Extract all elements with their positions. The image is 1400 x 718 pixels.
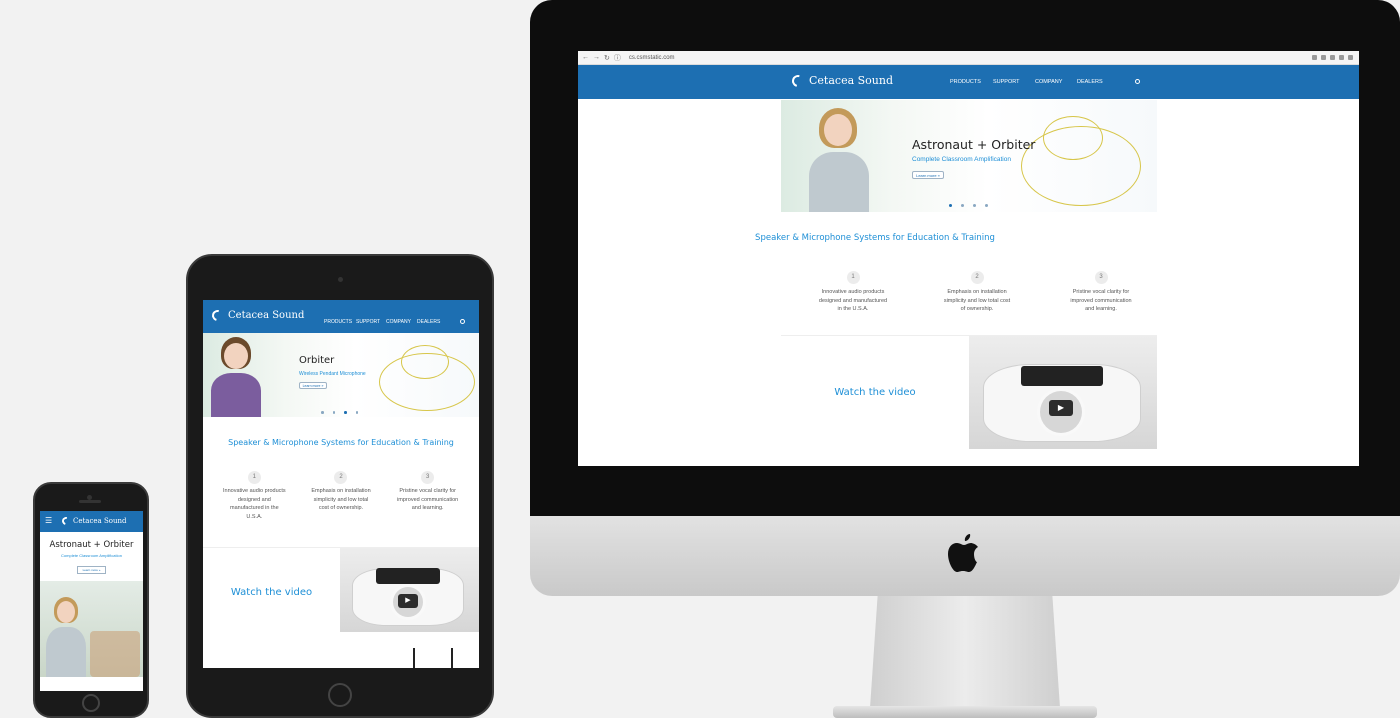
teacher-photo — [46, 597, 86, 677]
carousel-dots[interactable] — [321, 411, 358, 414]
feature-number: 2 — [334, 471, 348, 484]
feature-number: 3 — [421, 471, 435, 484]
hero-subtitle: Complete Classroom Amplification — [912, 156, 1011, 163]
play-icon[interactable]: ▶ — [398, 594, 418, 608]
iphone-speaker — [79, 500, 101, 503]
watch-video-link[interactable]: Watch the video — [203, 548, 340, 636]
search-icon[interactable] — [460, 319, 465, 324]
hero-title: Astronaut + Orbiter — [49, 540, 134, 550]
menu-icon[interactable]: ☰ — [45, 516, 52, 525]
feature-text: Innovative audio products designed and m… — [222, 488, 286, 520]
site-header: Cetacea Sound PRODUCTS SUPPORT COMPANY D… — [578, 65, 1359, 99]
nav-support[interactable]: SUPPORT — [356, 319, 380, 325]
presenter-photo — [209, 337, 263, 417]
video-section: Watch the video ▶ — [781, 336, 1157, 449]
watch-video-link[interactable]: Watch the video — [781, 336, 969, 449]
wave-logo-icon — [789, 72, 807, 89]
carousel-dots[interactable] — [949, 204, 988, 207]
hero-text-block: Astronaut + Orbiter Complete Classroom A… — [40, 532, 143, 576]
imac-foot — [833, 706, 1097, 718]
desktop-screen: ← → ↻ ⓘ cs.csmstatic.com Cetacea Sound P… — [578, 51, 1359, 466]
feature-item: 3 Pristine vocal clarity for improved co… — [388, 465, 468, 521]
learn-more-button[interactable]: Learn more » — [912, 171, 944, 179]
hero-subtitle: Wireless Pendant Microphone — [299, 371, 366, 377]
site-header: ☰ Cetacea Sound — [40, 511, 143, 532]
nav-products[interactable]: PRODUCTS — [324, 319, 352, 325]
video-thumbnail[interactable]: ▶ — [340, 548, 479, 632]
back-icon[interactable]: ← — [582, 54, 589, 61]
hero-banner: Astronaut + Orbiter Complete Classroom A… — [781, 100, 1157, 212]
features-row: 1 Innovative audio products designed and… — [791, 265, 1163, 314]
apple-logo-icon — [948, 534, 978, 572]
address-bar[interactable]: cs.csmstatic.com — [629, 55, 675, 61]
feature-text: Innovative audio products designed and m… — [818, 289, 888, 312]
video-thumbnail[interactable]: ▶ — [969, 336, 1157, 449]
hero-photo — [40, 581, 143, 677]
feature-text: Emphasis on installation simplicity and … — [311, 488, 371, 511]
hero-banner: Orbiter Wireless Pendant Microphone Lear… — [203, 333, 479, 417]
brand-name: Cetacea Sound — [228, 310, 305, 321]
nav-company[interactable]: COMPANY — [1035, 79, 1062, 85]
features-row: 1 Innovative audio products designed and… — [203, 465, 479, 521]
brand-logo[interactable]: Cetacea Sound — [789, 72, 893, 89]
feature-number: 1 — [846, 271, 860, 284]
reload-icon[interactable]: ↻ — [604, 54, 610, 62]
feature-number: 2 — [970, 271, 984, 284]
iphone-home-button — [82, 694, 100, 712]
wave-logo-icon — [209, 307, 226, 324]
tagline: Speaker & Microphone Systems for Educati… — [228, 438, 454, 447]
browser-toolbar: ← → ↻ ⓘ cs.csmstatic.com — [578, 51, 1359, 65]
learn-more-button[interactable]: Learn more » — [76, 566, 107, 574]
phone-screen: ☰ Cetacea Sound Astronaut + Orbiter Comp… — [40, 511, 143, 691]
tablet-screen: Cetacea Sound PRODUCTS SUPPORT COMPANY D… — [203, 300, 479, 668]
forward-icon[interactable]: → — [593, 54, 600, 61]
feature-text: Pristine vocal clarity for improved comm… — [1070, 289, 1132, 312]
teacher-photo — [805, 106, 875, 212]
hero-title: Orbiter — [299, 355, 335, 366]
feature-item: 1 Innovative audio products designed and… — [808, 265, 898, 314]
feature-item: 2 Emphasis on installation simplicity an… — [301, 465, 381, 521]
nav-support[interactable]: SUPPORT — [993, 79, 1020, 85]
feature-item: 2 Emphasis on installation simplicity an… — [932, 265, 1022, 314]
ipad-camera — [338, 277, 343, 282]
feature-number: 3 — [1094, 271, 1108, 284]
hero-title: Astronaut + Orbiter — [912, 137, 1036, 152]
brand-logo[interactable]: Cetacea Sound — [60, 515, 127, 527]
feature-item: 1 Innovative audio products designed and… — [214, 465, 294, 521]
nav-products[interactable]: PRODUCTS — [950, 79, 981, 85]
feature-text: Pristine vocal clarity for improved comm… — [397, 488, 459, 511]
feature-text: Emphasis on installation simplicity and … — [943, 289, 1011, 312]
hero-subtitle: Complete Classroom Amplification — [61, 553, 122, 558]
tagline: Speaker & Microphone Systems for Educati… — [755, 233, 995, 243]
site-header: Cetacea Sound PRODUCTS SUPPORT COMPANY D… — [203, 300, 479, 333]
feature-item: 3 Pristine vocal clarity for improved co… — [1056, 265, 1146, 314]
imac-stand — [870, 596, 1060, 708]
video-section: Watch the video ▶ — [203, 547, 479, 647]
nav-dealers[interactable]: DEALERS — [1077, 79, 1103, 85]
feature-number: 1 — [247, 471, 261, 484]
wave-logo-icon — [60, 515, 72, 527]
nav-company[interactable]: COMPANY — [386, 319, 411, 325]
learn-more-button[interactable]: Learn more » — [299, 382, 327, 389]
nav-dealers[interactable]: DEALERS — [417, 319, 440, 325]
brand-name: Cetacea Sound — [73, 517, 127, 525]
brand-name: Cetacea Sound — [809, 74, 893, 87]
play-icon[interactable]: ▶ — [1049, 400, 1073, 416]
brand-logo[interactable]: Cetacea Sound — [209, 307, 305, 324]
browser-extensions — [1312, 55, 1353, 60]
ipad-home-button — [328, 683, 352, 707]
search-icon[interactable] — [1135, 79, 1140, 84]
info-icon: ⓘ — [613, 54, 621, 62]
